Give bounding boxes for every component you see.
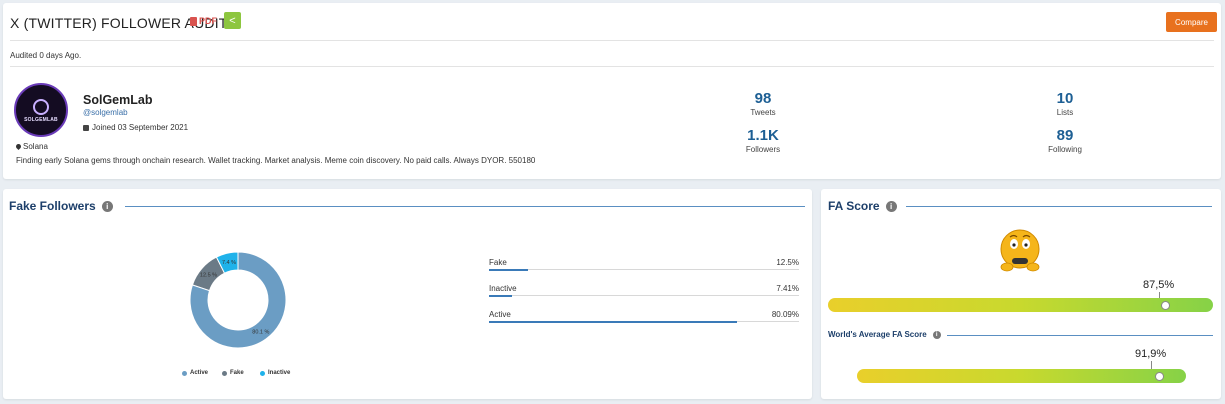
compare-button[interactable]: Compare — [1166, 12, 1217, 32]
legend-item-active: Active — [182, 370, 208, 376]
legend-label: Active — [190, 370, 209, 376]
world-average-title: World's Average FA Score — [828, 330, 927, 339]
fake-followers-donut-chart: 80.1 % 12.5 % 7.4 % — [189, 251, 287, 349]
donut-label-inactive: 7.4 % — [222, 260, 236, 266]
legend-dot — [182, 370, 187, 376]
bar-percent: 7.41% — [776, 284, 799, 293]
world-average-knob — [1155, 372, 1165, 381]
pdf-icon — [190, 16, 197, 26]
profile-handle[interactable]: @solgemlab — [83, 108, 128, 117]
bar-track — [489, 269, 799, 270]
fa-score-knob — [1160, 301, 1170, 310]
pdf-label: PDF — [199, 16, 217, 26]
section-divider — [125, 206, 805, 207]
stat-lists: 10 Lists — [1025, 90, 1105, 117]
legend-dot — [260, 370, 265, 376]
bar-fill — [489, 295, 512, 297]
location-text: Solana — [23, 142, 48, 151]
bar-fill — [489, 269, 528, 271]
stat-label: Following — [1048, 145, 1082, 154]
legend-dot — [222, 370, 227, 376]
info-icon[interactable]: i — [101, 200, 113, 212]
pdf-export-link[interactable]: PDF — [190, 16, 217, 26]
divider — [10, 66, 1214, 67]
world-average-value: 91,9% — [1135, 348, 1167, 360]
avatar: SOLGEMLAB — [14, 83, 68, 137]
avatar-logo-icon — [33, 99, 49, 115]
fa-score-header: FA Score i — [828, 199, 897, 213]
world-average-header: World's Average FA Score i — [828, 330, 941, 339]
fa-score-gauge — [828, 298, 1213, 312]
fake-followers-header: Fake Followers i — [9, 199, 113, 213]
donut-label-active: 80.1 % — [252, 330, 269, 336]
section-title: Fake Followers — [9, 199, 96, 213]
fa-score-card: FA Score i 87,5% World's Average FA Scor… — [821, 189, 1221, 399]
section-divider — [947, 335, 1213, 336]
info-icon[interactable]: i — [885, 200, 897, 212]
stat-following: 89 Following — [1025, 127, 1105, 154]
worried-face-icon — [1000, 229, 1040, 272]
stat-value: 1.1K — [747, 127, 779, 144]
avatar-text: SOLGEMLAB — [24, 117, 58, 123]
legend-label: Inactive — [268, 370, 291, 376]
info-icon[interactable]: i — [932, 330, 941, 339]
bar-fill — [489, 321, 738, 323]
bar-percent: 12.5% — [776, 258, 799, 267]
bar-label: Active — [489, 310, 511, 319]
joined-text: Joined 03 September 2021 — [92, 123, 189, 132]
share-icon: < — [229, 14, 236, 27]
divider — [10, 40, 1214, 41]
bar-track — [489, 295, 799, 296]
section-title: FA Score — [828, 199, 880, 213]
stat-label: Lists — [1056, 108, 1074, 117]
stat-label: Followers — [745, 145, 781, 154]
map-pin-icon — [14, 142, 23, 151]
audited-text: Audited 0 days Ago. — [10, 51, 82, 60]
fake-followers-card: Fake Followers i 80.1 % 12.5 % 7.4 % Activ… — [3, 189, 812, 399]
profile-card: X (TWITTER) FOLLOWER AUDIT PDF < Compare… — [3, 3, 1221, 179]
joined-date: Joined 03 September 2021 — [83, 123, 188, 132]
stat-value: 98 — [754, 90, 772, 107]
stat-tweets: 98 Tweets — [723, 90, 803, 117]
bar-percent: 80.09% — [771, 310, 799, 319]
share-button[interactable]: < — [224, 12, 241, 29]
stat-value: 89 — [1056, 127, 1074, 144]
bar-label: Inactive — [489, 284, 517, 293]
stat-label: Tweets — [750, 108, 776, 117]
profile-bio: Finding early Solana gems through onchai… — [16, 156, 536, 165]
location: Solana — [14, 142, 48, 151]
profile-name: SolGemLab — [83, 93, 153, 107]
legend-item-fake: Fake — [222, 370, 244, 376]
calendar-icon — [83, 124, 89, 131]
legend-label: Fake — [230, 370, 244, 376]
donut-label-fake: 12.5 % — [200, 273, 217, 279]
world-average-gauge — [857, 369, 1186, 383]
stat-value: 10 — [1056, 90, 1074, 107]
stat-followers: 1.1K Followers — [723, 127, 803, 154]
legend-item-inactive: Inactive — [260, 370, 290, 376]
bar-label: Fake — [489, 258, 507, 267]
section-divider — [906, 206, 1212, 207]
fa-score-value: 87,5% — [1143, 279, 1175, 291]
